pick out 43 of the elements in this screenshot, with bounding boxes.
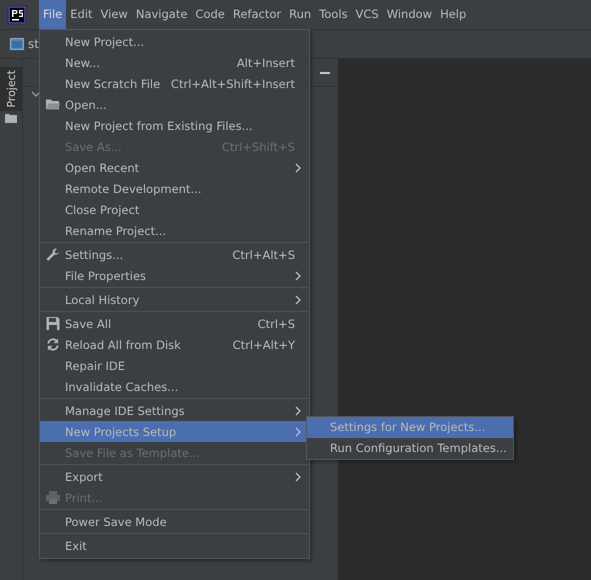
- menu-entry[interactable]: New Project...: [40, 31, 309, 52]
- menu-item[interactable]: Window: [382, 0, 436, 29]
- minimize-icon[interactable]: [320, 72, 330, 74]
- menu-entry[interactable]: Run Configuration Templates...: [307, 438, 513, 459]
- menu-item[interactable]: Edit: [66, 0, 97, 29]
- menu-entry[interactable]: Rename Project...: [40, 220, 309, 241]
- menu-entry[interactable]: New Scratch File Ctrl+Alt+Shift+Insert: [40, 73, 309, 94]
- side-tab[interactable]: Project: [0, 67, 22, 111]
- printer-icon: [46, 491, 60, 504]
- menu-entry[interactable]: Close Project: [40, 199, 309, 220]
- menu-item[interactable]: Tools: [315, 0, 352, 29]
- menu-entry[interactable]: Manage IDE Settings: [40, 400, 309, 421]
- menu-entry[interactable]: Open Recent: [40, 157, 309, 178]
- menu-entry[interactable]: New... Alt+Insert: [40, 52, 309, 73]
- menu-item[interactable]: Help: [436, 0, 470, 29]
- menu-item[interactable]: Run: [285, 0, 316, 29]
- menu-entry[interactable]: Repair IDE: [40, 355, 309, 376]
- menu-entry[interactable]: Local History: [40, 289, 309, 310]
- menu-entry[interactable]: Open...: [40, 94, 309, 115]
- project-icon: [10, 38, 24, 50]
- menu-entry[interactable]: Exit: [40, 535, 309, 556]
- menu-item[interactable]: Navigate: [132, 0, 192, 29]
- folder-icon: [5, 113, 17, 123]
- reload-icon: [46, 338, 60, 351]
- menu-entry[interactable]: Reload All from Disk Ctrl+Alt+Y: [40, 334, 309, 355]
- menu-entry[interactable]: Power Save Mode: [40, 511, 309, 532]
- app-logo-icon: [8, 6, 26, 24]
- menu-item[interactable]: File: [39, 0, 66, 29]
- menu-item[interactable]: VCS: [352, 0, 383, 29]
- menu-entry[interactable]: New Project from Existing Files...: [40, 115, 309, 136]
- menu-entry[interactable]: Save All Ctrl+S: [40, 313, 309, 334]
- menu-entry[interactable]: Export: [40, 466, 309, 487]
- menu-entry[interactable]: Remote Development...: [40, 178, 309, 199]
- folder-icon: [46, 98, 60, 111]
- menu-item[interactable]: Code: [191, 0, 229, 29]
- breadcrumb[interactable]: st: [28, 37, 39, 51]
- menu-entry[interactable]: Invalidate Caches...: [40, 376, 309, 397]
- menu-entry[interactable]: Settings... Ctrl+Alt+S: [40, 244, 309, 265]
- chevron-down-icon[interactable]: [31, 91, 41, 97]
- menu-entry[interactable]: File Properties: [40, 265, 309, 286]
- wrench-icon: [46, 248, 60, 261]
- menu-item[interactable]: Refactor: [228, 0, 286, 29]
- menu-item[interactable]: View: [96, 0, 132, 29]
